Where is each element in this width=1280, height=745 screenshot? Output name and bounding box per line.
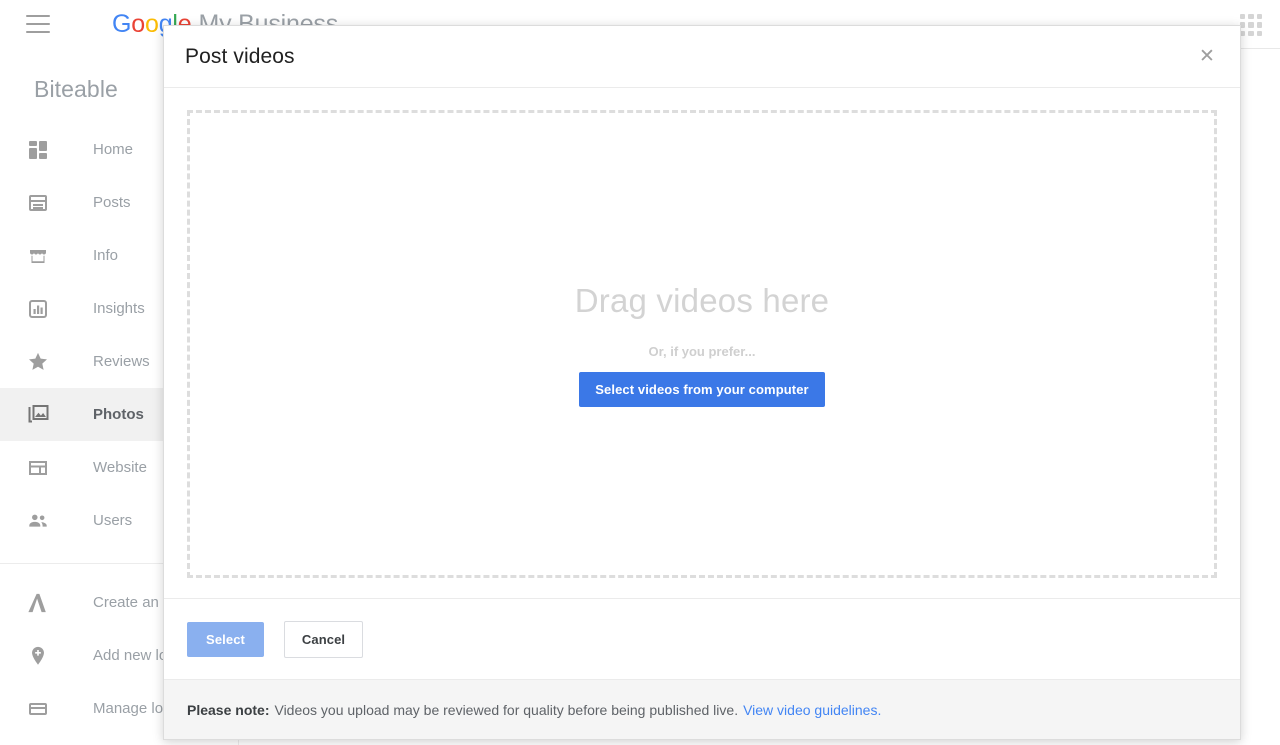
dialog-body: Drag videos here Or, if you prefer... Se… — [164, 88, 1240, 598]
logo-letter: o — [131, 9, 145, 38]
apps-grid-icon[interactable] — [1238, 12, 1264, 38]
photos-image-icon — [26, 403, 50, 427]
select-button[interactable]: Select — [187, 621, 264, 657]
hamburger-line — [26, 15, 50, 17]
sidebar-item-label: Posts — [93, 194, 131, 211]
adwords-icon — [26, 591, 50, 615]
dialog-note-bar: Please note: Videos you upload may be re… — [164, 679, 1240, 739]
sidebar-item-label: Website — [93, 459, 147, 476]
select-videos-from-computer-button[interactable]: Select videos from your computer — [579, 371, 825, 407]
sidebar-item-label: Photos — [93, 406, 144, 423]
note-label: Please note: — [187, 701, 270, 718]
logo-letter: G — [112, 9, 132, 38]
manage-locations-icon — [26, 697, 50, 721]
logo-letter: o — [144, 9, 159, 38]
sidebar-item-label: Reviews — [93, 353, 150, 370]
dialog-action-bar: Select Cancel — [164, 598, 1240, 679]
sidebar-item-label: Info — [93, 247, 119, 264]
post-videos-dialog: Post videos ✕ Drag videos here Or, if yo… — [163, 25, 1241, 740]
hamburger-line — [26, 23, 50, 25]
sidebar-item-label: Insights — [93, 300, 145, 317]
dialog-title: Post videos — [185, 44, 295, 68]
website-layout-icon — [26, 456, 50, 480]
hamburger-menu-icon[interactable] — [26, 15, 50, 33]
home-dashboard-icon — [26, 138, 50, 162]
hamburger-line — [26, 31, 50, 33]
storefront-icon — [26, 244, 50, 268]
cancel-button[interactable]: Cancel — [284, 620, 363, 658]
users-people-icon — [26, 509, 50, 533]
drop-zone-headline: Drag videos here — [574, 281, 830, 319]
view-video-guidelines-link[interactable]: View video guidelines. — [743, 702, 881, 718]
posts-icon — [26, 191, 50, 215]
drop-zone-subtext: Or, if you prefer... — [648, 343, 756, 359]
bar-chart-icon — [26, 297, 50, 321]
video-drop-zone[interactable]: Drag videos here Or, if you prefer... Se… — [187, 110, 1217, 578]
dialog-header: Post videos ✕ — [164, 26, 1240, 88]
sidebar-item-label: Users — [93, 512, 133, 529]
add-location-pin-icon — [26, 644, 50, 668]
star-icon — [26, 350, 50, 374]
close-x-icon[interactable]: ✕ — [1194, 44, 1220, 70]
note-text: Videos you upload may be reviewed for qu… — [274, 701, 739, 718]
sidebar-item-label: Home — [93, 141, 134, 158]
